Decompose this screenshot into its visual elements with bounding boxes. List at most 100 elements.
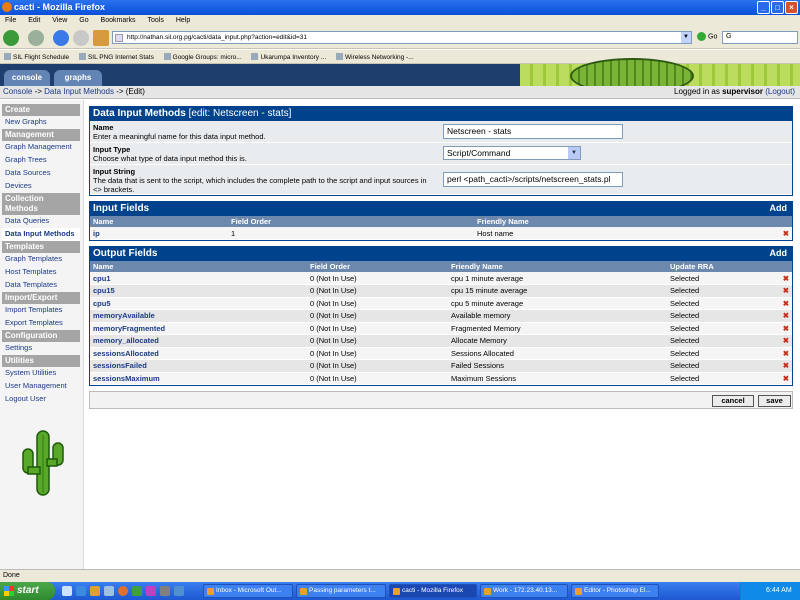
bookmark-item[interactable]: Ukarumpa Inventory ... bbox=[247, 50, 330, 61]
menu-help[interactable]: Help bbox=[171, 15, 195, 24]
delete-icon[interactable]: ✖ bbox=[778, 272, 792, 285]
search-input[interactable]: G bbox=[722, 31, 798, 44]
save-button[interactable]: save bbox=[758, 395, 791, 407]
sidebar-item-system-utilities[interactable]: System Utilities bbox=[2, 367, 80, 380]
sidebar-item-import-templates[interactable]: Import Templates bbox=[2, 304, 80, 317]
output-field-name-link[interactable]: memory_allocated bbox=[90, 334, 307, 348]
minimize-button[interactable]: _ bbox=[757, 1, 770, 14]
sidebar-item-graph-templates[interactable]: Graph Templates bbox=[2, 253, 80, 266]
start-button[interactable]: start bbox=[0, 582, 55, 600]
quicklaunch-ie-icon[interactable] bbox=[76, 586, 86, 596]
menu-go[interactable]: Go bbox=[74, 15, 93, 24]
delete-icon[interactable]: ✖ bbox=[778, 297, 792, 310]
sidebar-header-configuration: Configuration bbox=[2, 330, 80, 342]
delete-icon[interactable]: ✖ bbox=[778, 227, 792, 240]
home-icon[interactable] bbox=[93, 30, 109, 46]
delete-icon[interactable]: ✖ bbox=[778, 372, 792, 385]
name-input[interactable]: Netscreen - stats bbox=[443, 124, 623, 139]
input-string-input[interactable]: perl <path_cacti>/scripts/netscreen_stat… bbox=[443, 172, 623, 187]
input-fields-add-link[interactable]: Add bbox=[770, 203, 788, 213]
task-work[interactable]: Work - 172.23.40.13... bbox=[480, 584, 568, 598]
quicklaunch-desktop-icon[interactable] bbox=[62, 586, 72, 596]
menu-view[interactable]: View bbox=[47, 15, 72, 24]
delete-icon[interactable]: ✖ bbox=[778, 322, 792, 335]
menu-bookmarks[interactable]: Bookmarks bbox=[96, 15, 141, 24]
menu-edit[interactable]: Edit bbox=[23, 15, 45, 24]
quicklaunch-icon[interactable] bbox=[174, 586, 184, 596]
cell-field-order: 1 bbox=[228, 227, 474, 240]
sidebar-item-data-templates[interactable]: Data Templates bbox=[2, 279, 80, 292]
task-passing-parameters[interactable]: Passing parameters t... bbox=[296, 584, 386, 598]
back-icon[interactable] bbox=[3, 30, 19, 46]
input-string-label: Input String bbox=[93, 167, 136, 176]
url-bar[interactable]: http://nathan.sil.org.pg/cacti/data_inpu… bbox=[112, 31, 692, 44]
output-field-name-link[interactable]: sessionsMaximum bbox=[90, 372, 307, 385]
task-outlook[interactable]: Inbox - Microsoft Out... bbox=[203, 584, 293, 598]
sidebar-item-user-management[interactable]: User Management bbox=[2, 380, 80, 393]
col-friendly-name: Friendly Name bbox=[448, 261, 667, 272]
login-user: supervisor bbox=[722, 87, 763, 96]
bookmark-item[interactable]: SIL PNG Internet Stats bbox=[75, 50, 158, 61]
bookmark-item[interactable]: SIL Flight Schedule bbox=[0, 50, 73, 61]
quicklaunch-icon[interactable] bbox=[132, 586, 142, 596]
input-type-select[interactable]: Script/Command ▼ bbox=[443, 146, 581, 160]
bookmark-item[interactable]: Wireless Networking -... bbox=[332, 50, 418, 61]
form-button-bar: cancel save bbox=[89, 391, 793, 409]
output-fields-add-link[interactable]: Add bbox=[770, 248, 788, 258]
input-field-name-link[interactable]: ip bbox=[90, 227, 228, 240]
sidebar-item-host-templates[interactable]: Host Templates bbox=[2, 266, 80, 279]
quicklaunch-icon[interactable] bbox=[160, 586, 170, 596]
breadcrumb-data-input[interactable]: Data Input Methods bbox=[44, 87, 114, 96]
sidebar-item-data-sources[interactable]: Data Sources bbox=[2, 167, 80, 180]
breadcrumb-console[interactable]: Console bbox=[3, 87, 32, 96]
forward-icon[interactable] bbox=[28, 30, 44, 46]
delete-icon[interactable]: ✖ bbox=[778, 284, 792, 298]
delete-icon[interactable]: ✖ bbox=[778, 334, 792, 348]
outlook-icon bbox=[207, 588, 214, 595]
output-field-name-link[interactable]: cpu5 bbox=[90, 297, 307, 310]
output-field-name-link[interactable]: cpu1 bbox=[90, 272, 307, 285]
chevron-down-icon[interactable]: ▼ bbox=[681, 32, 691, 43]
task-cacti-firefox[interactable]: cacti - Mozilla Firefox bbox=[389, 584, 477, 598]
windows-logo-icon bbox=[4, 586, 14, 596]
sidebar-item-data-input-methods[interactable]: Data Input Methods bbox=[2, 228, 80, 241]
sidebar-header-management: Management bbox=[2, 129, 80, 141]
quicklaunch-firefox-icon[interactable] bbox=[118, 586, 128, 596]
sidebar-item-new-graphs[interactable]: New Graphs bbox=[2, 116, 80, 129]
sidebar-item-devices[interactable]: Devices bbox=[2, 180, 80, 193]
sidebar-item-data-queries[interactable]: Data Queries bbox=[2, 215, 80, 228]
sidebar-item-logout-user[interactable]: Logout User bbox=[2, 393, 80, 406]
sidebar-item-export-templates[interactable]: Export Templates bbox=[2, 317, 80, 330]
output-field-name-link[interactable]: sessionsAllocated bbox=[90, 347, 307, 360]
go-button[interactable]: Go bbox=[697, 32, 717, 41]
sidebar-item-settings[interactable]: Settings bbox=[2, 342, 80, 355]
cell-field-order: 0 (Not In Use) bbox=[307, 334, 448, 348]
output-field-name-link[interactable]: sessionsFailed bbox=[90, 359, 307, 373]
reload-icon[interactable] bbox=[53, 30, 69, 46]
maximize-button[interactable]: □ bbox=[771, 1, 784, 14]
stop-icon[interactable] bbox=[73, 30, 89, 46]
delete-icon[interactable]: ✖ bbox=[778, 359, 792, 373]
cancel-button[interactable]: cancel bbox=[712, 395, 754, 407]
delete-icon[interactable]: ✖ bbox=[778, 347, 792, 360]
sidebar-item-graph-management[interactable]: Graph Management bbox=[2, 141, 80, 154]
tab-graphs[interactable]: graphs bbox=[54, 70, 102, 86]
quicklaunch-outlook-icon[interactable] bbox=[90, 586, 100, 596]
delete-icon[interactable]: ✖ bbox=[778, 309, 792, 323]
menu-file[interactable]: File bbox=[0, 15, 21, 24]
output-fields-title: Output Fields bbox=[93, 248, 158, 259]
close-window-button[interactable]: × bbox=[785, 1, 798, 14]
output-field-name-link[interactable]: cpu15 bbox=[90, 284, 307, 298]
status-bar: Done bbox=[0, 569, 800, 582]
bookmark-item[interactable]: Google Groups: micro... bbox=[160, 50, 246, 61]
col-delete bbox=[778, 261, 792, 272]
output-field-name-link[interactable]: memoryFragmented bbox=[90, 322, 307, 335]
tab-console[interactable]: console bbox=[4, 70, 50, 86]
quicklaunch-icon[interactable] bbox=[146, 586, 156, 596]
sidebar-item-graph-trees[interactable]: Graph Trees bbox=[2, 154, 80, 167]
menu-tools[interactable]: Tools bbox=[143, 15, 169, 24]
output-field-name-link[interactable]: memoryAvailable bbox=[90, 309, 307, 323]
task-photoshop[interactable]: Editor - Photoshop El... bbox=[571, 584, 659, 598]
quicklaunch-icon[interactable] bbox=[104, 586, 114, 596]
logout-link[interactable]: (Logout) bbox=[765, 87, 795, 96]
